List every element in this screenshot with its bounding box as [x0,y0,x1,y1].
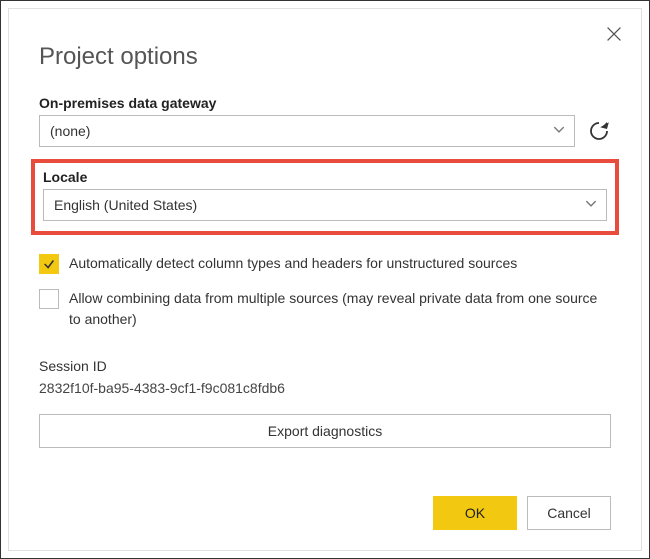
gateway-dropdown[interactable]: (none) [39,115,575,147]
allow-combining-label: Allow combining data from multiple sourc… [69,288,611,330]
auto-detect-checkbox[interactable] [39,254,59,274]
locale-value: English (United States) [54,197,197,213]
chevron-down-icon [552,123,566,140]
refresh-icon[interactable] [587,119,611,143]
cancel-button[interactable]: Cancel [527,496,611,530]
locale-label: Locale [43,169,607,185]
session-id-label: Session ID [39,358,611,374]
allow-combining-checkbox[interactable] [39,289,59,309]
chevron-down-icon [584,197,598,214]
session-id-value: 2832f10f-ba95-4383-9cf1-f9c081c8fdb6 [39,380,611,396]
gateway-label: On-premises data gateway [39,95,611,111]
export-diagnostics-button[interactable]: Export diagnostics [39,414,611,448]
auto-detect-label: Automatically detect column types and he… [69,253,517,274]
project-options-dialog: Project options On-premises data gateway… [8,8,642,551]
locale-highlight: Locale English (United States) [31,159,619,235]
locale-dropdown[interactable]: English (United States) [43,189,607,221]
gateway-value: (none) [50,123,90,139]
close-icon[interactable] [603,23,625,45]
dialog-title: Project options [39,43,611,71]
ok-button[interactable]: OK [433,496,517,530]
